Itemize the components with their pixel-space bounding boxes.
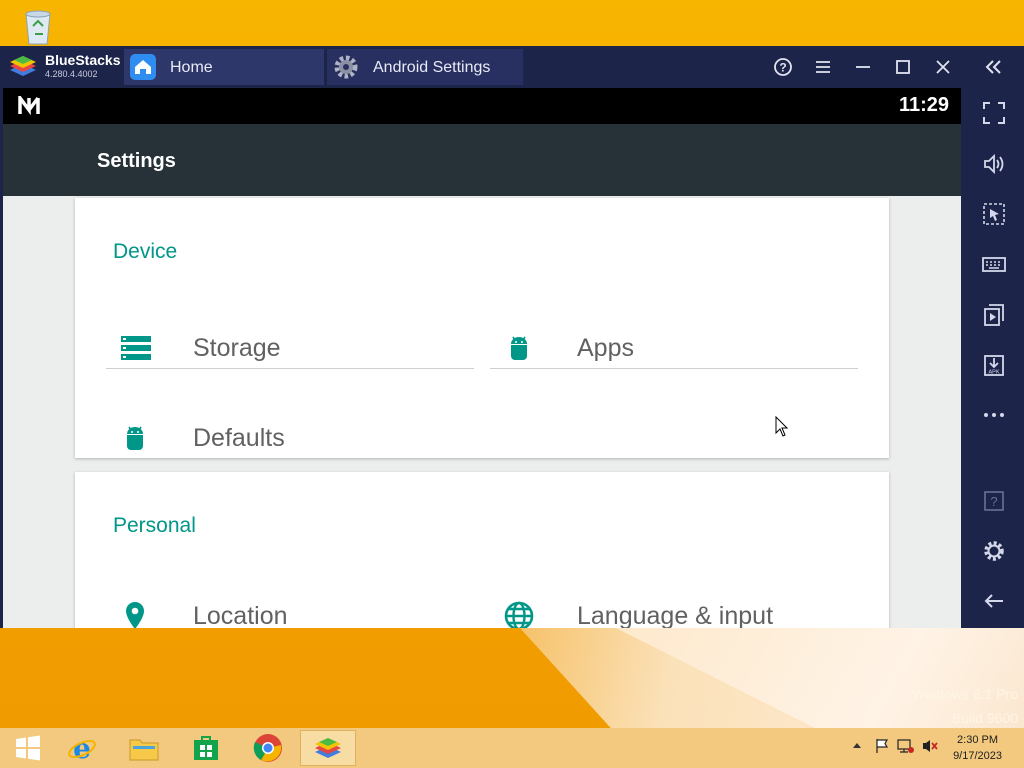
section-title-device: Device	[113, 240, 178, 263]
back-icon[interactable]	[981, 588, 1007, 614]
windows-build-watermark: Build 9600	[951, 710, 1018, 726]
settings-item-label: Apps	[577, 334, 634, 362]
help-icon[interactable]: ?	[981, 488, 1007, 514]
settings-item-label: Storage	[193, 334, 281, 362]
volume-muted-icon[interactable]	[921, 738, 939, 759]
gear-icon	[333, 54, 359, 80]
settings-item-location[interactable]: Location	[75, 586, 475, 628]
svg-text:APK: APK	[988, 370, 999, 376]
personal-section-card: Personal Location Language & input	[75, 472, 889, 628]
settings-item-label: Language & input	[577, 602, 774, 628]
action-center-flag-icon[interactable]	[874, 738, 890, 759]
app-version: 4.280.4.4002	[45, 69, 98, 79]
internet-explorer-icon[interactable]: e	[54, 730, 110, 766]
bluestacks-sidebar: APK ?	[963, 88, 1024, 628]
fullscreen-icon[interactable]	[981, 100, 1007, 126]
chrome-icon[interactable]	[240, 730, 296, 766]
divider	[490, 368, 858, 369]
settings-item-language-input[interactable]: Language & input	[459, 586, 879, 628]
minimize-icon[interactable]	[850, 54, 876, 80]
mouse-cursor-icon	[775, 415, 789, 443]
clock-time: 2:30 PM	[957, 734, 999, 746]
bluestacks-logo-icon	[8, 54, 38, 80]
menu-icon[interactable]	[810, 54, 836, 80]
help-icon[interactable]: ?	[770, 54, 796, 80]
show-hidden-icons-icon[interactable]	[852, 738, 862, 757]
recycle-bin-icon[interactable]	[20, 6, 56, 46]
title-bar: BlueStacks 4.280.4.4002 Home Android Set…	[0, 46, 1024, 88]
settings-item-label: Defaults	[193, 424, 285, 452]
network-icon[interactable]	[897, 738, 915, 759]
device-section-card: Device Storage Apps Defaults	[75, 198, 889, 458]
settings-item-storage[interactable]: Storage	[75, 318, 475, 378]
volume-icon[interactable]	[981, 151, 1007, 177]
divider	[106, 368, 474, 369]
install-apk-icon[interactable]: APK	[981, 352, 1007, 378]
tab-home[interactable]: Home	[124, 49, 324, 85]
svg-text:e: e	[73, 733, 91, 763]
multi-instance-icon[interactable]	[981, 302, 1007, 328]
page-title: Settings	[97, 150, 176, 172]
status-clock: 11:29	[898, 94, 949, 116]
svg-text:?: ?	[779, 61, 786, 75]
clock-date: 9/17/2023	[953, 750, 1002, 762]
start-icon[interactable]	[0, 730, 56, 766]
pointer-select-icon[interactable]	[981, 201, 1007, 227]
settings-item-defaults[interactable]: Defaults	[75, 408, 475, 468]
bluestacks-icon[interactable]	[300, 730, 356, 766]
system-clock[interactable]: 2:30 PM 9/17/2023	[953, 732, 1002, 764]
store-icon[interactable]	[178, 730, 234, 766]
notification-n-icon	[17, 92, 41, 116]
settings-app-bar: Settings	[3, 124, 961, 196]
android-status-bar: 11:29	[3, 88, 961, 124]
android-icon	[119, 422, 151, 454]
svg-text:?: ?	[990, 494, 997, 509]
location-pin-icon	[119, 600, 151, 628]
file-explorer-icon[interactable]	[116, 730, 172, 766]
settings-item-label: Location	[193, 602, 288, 628]
settings-icon[interactable]	[981, 538, 1007, 564]
section-title-personal: Personal	[113, 514, 196, 537]
home-icon	[130, 54, 156, 80]
collapse-sidebar-icon[interactable]	[980, 54, 1006, 80]
maximize-icon[interactable]	[890, 54, 916, 80]
windows-edition-watermark: Windows 8.1 Pro	[912, 686, 1018, 702]
globe-icon	[503, 600, 535, 628]
app-name: BlueStacks	[45, 52, 121, 68]
windows-taskbar: e 2:30 PM 9/17/2023	[0, 728, 1024, 768]
tab-label: Home	[170, 59, 213, 76]
close-icon[interactable]	[930, 54, 956, 80]
tab-label: Android Settings	[373, 59, 491, 76]
settings-item-apps[interactable]: Apps	[459, 318, 859, 378]
keyboard-icon[interactable]	[981, 251, 1007, 277]
android-icon	[503, 332, 535, 364]
bluestacks-window: BlueStacks 4.280.4.4002 Home Android Set…	[0, 46, 1024, 628]
storage-icon	[119, 332, 151, 364]
tab-android-settings[interactable]: Android Settings	[327, 49, 523, 85]
more-icon[interactable]	[981, 402, 1007, 428]
android-screen: 11:29 Settings Device Storage Apps Defau…	[3, 88, 961, 628]
